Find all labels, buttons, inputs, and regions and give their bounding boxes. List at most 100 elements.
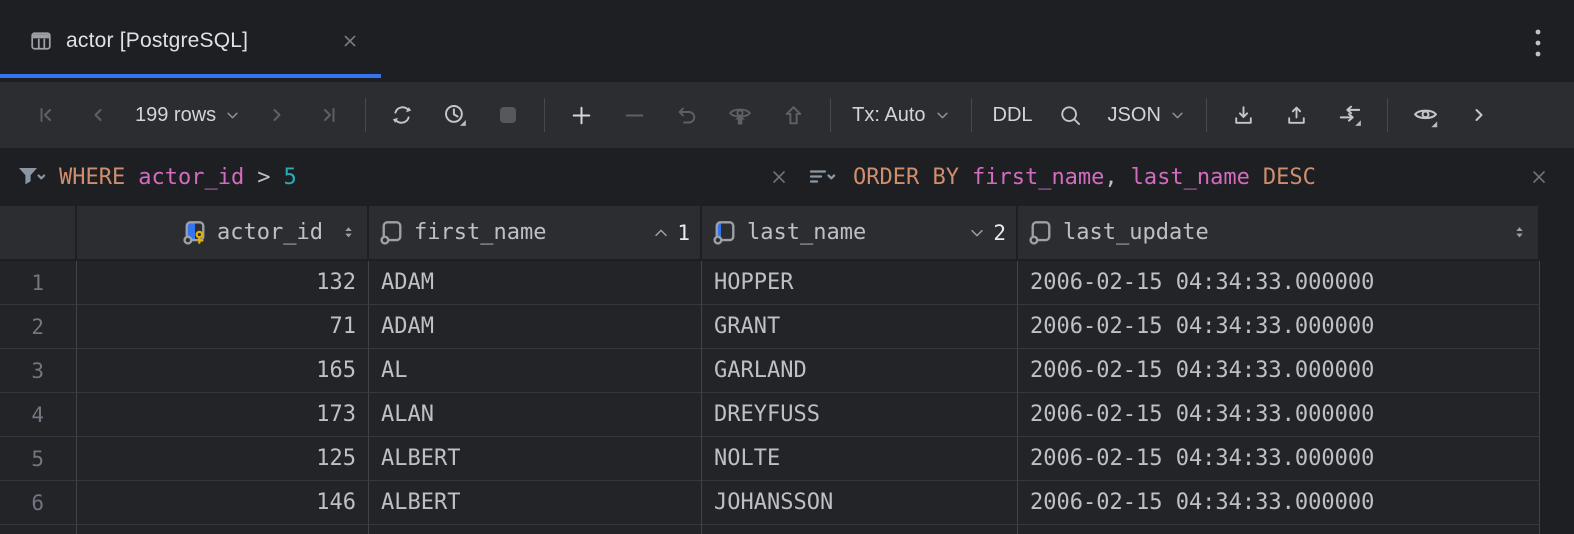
tab-actor-postgresql[interactable]: actor [PostgreSQL] [0, 0, 381, 82]
cell-actor-id[interactable]: 125 [77, 437, 369, 481]
cell-last-name[interactable]: DREYFUSS [702, 393, 1018, 437]
order-comma: , [1104, 165, 1117, 190]
where-value: 5 [283, 165, 296, 190]
column-icon [379, 220, 405, 246]
cell-first-name[interactable]: ADAM [369, 305, 702, 349]
stop-button[interactable] [493, 97, 523, 133]
toolbar-separator [971, 98, 972, 132]
cell-last-update[interactable]: 2006-02-15 04:34:33.000000 [1018, 437, 1540, 481]
row-number[interactable]: 5 [0, 437, 77, 481]
column-header-last-name[interactable]: last_name 2 [702, 206, 1018, 261]
cell-first-name[interactable]: ADAM [369, 261, 702, 305]
datagrip-data-editor: actor [PostgreSQL] 199 rows [0, 0, 1574, 534]
refresh-button[interactable] [387, 97, 417, 133]
sort-both-icon[interactable] [340, 223, 357, 242]
cell-last-update[interactable]: 2006-02-15 04:34:33.000000 [1018, 349, 1540, 393]
submit-button[interactable] [778, 97, 809, 133]
upload-icon[interactable] [1281, 97, 1312, 133]
cell-last-update[interactable]: 2006-02-15 04:34:33.000000 [1018, 261, 1540, 305]
chevron-up-icon [653, 226, 669, 240]
cell-actor-id[interactable]: 165 [77, 349, 369, 393]
tab-close-icon[interactable] [339, 30, 361, 52]
more-menu-icon[interactable] [1526, 26, 1550, 60]
cell-last-update[interactable]: 2006-02-15 04:34:33.000000 [1018, 393, 1540, 437]
row-number[interactable]: 4 [0, 393, 77, 437]
cell-last-name[interactable]: NOLTE [702, 437, 1018, 481]
commit-preview-button[interactable] [724, 97, 756, 133]
toolbar-overflow-chevron-icon[interactable] [1464, 97, 1494, 133]
export-format-label: JSON [1108, 104, 1161, 127]
toolbar-separator [544, 98, 545, 132]
row-gutter [1540, 305, 1574, 349]
where-expression[interactable]: WHERE actor_id > 5 [59, 165, 297, 190]
cell-first-name[interactable]: ALBERT [369, 437, 702, 481]
view-options-icon[interactable] [1409, 97, 1442, 133]
cell-last-name[interactable]: GARLAND [702, 349, 1018, 393]
sort-indicator-desc[interactable]: 2 [969, 221, 1006, 245]
cell-actor-id[interactable]: 132 [77, 261, 369, 305]
cell-first-name[interactable]: AL [369, 349, 702, 393]
where-keyword: WHERE [59, 165, 125, 190]
cell-last-update[interactable]: 2006-02-15 04:34:33.000000 [1018, 305, 1540, 349]
column-header-actor-id[interactable]: actor_id [77, 206, 369, 261]
tab-title: actor [PostgreSQL] [66, 29, 248, 53]
previous-page-button[interactable] [83, 97, 113, 133]
cell-last-update[interactable]: 2006-02-15 04:34:33.000000 [1018, 481, 1540, 525]
schedule-refresh-button[interactable] [439, 97, 471, 133]
cell-actor-id[interactable]: 173 [77, 393, 369, 437]
clear-order-icon[interactable] [1524, 162, 1554, 192]
row-gutter [1540, 349, 1574, 393]
sort-lines-icon[interactable] [808, 165, 840, 189]
indexed-column-icon [712, 220, 738, 246]
download-icon[interactable] [1228, 97, 1259, 133]
delete-row-button[interactable] [619, 97, 650, 133]
toolbar-separator [1387, 98, 1388, 132]
row-number[interactable]: 6 [0, 481, 77, 525]
transaction-mode-selector[interactable]: Tx: Auto [852, 104, 949, 127]
toolbar-separator [365, 98, 366, 132]
cell-last-name[interactable]: JOHANSSON [702, 481, 1018, 525]
cell-actor-id[interactable]: 146 [77, 481, 369, 525]
row-number[interactable]: 2 [0, 305, 77, 349]
cell-first-name[interactable]: ALBERT [369, 481, 702, 525]
column-header-first-name[interactable]: first_name 1 [369, 206, 702, 261]
chevron-down-icon [1170, 108, 1185, 123]
cell [369, 525, 702, 534]
ddl-button[interactable]: DDL [993, 104, 1033, 127]
first-page-button[interactable] [31, 97, 61, 133]
undo-button[interactable] [672, 97, 702, 133]
filter-bar: WHERE actor_id > 5 ORDER BY first_name , [0, 148, 1574, 206]
cell [77, 525, 369, 534]
page-size-selector[interactable]: 199 rows [135, 104, 240, 127]
sort-indicator-asc[interactable]: 1 [653, 221, 690, 245]
column-label: actor_id [217, 220, 323, 245]
cell-last-name[interactable]: HOPPER [702, 261, 1018, 305]
filter-funnel-icon[interactable] [16, 164, 46, 190]
toolbar-separator [1206, 98, 1207, 132]
order-expression[interactable]: ORDER BY first_name , last_name DESC [853, 165, 1316, 190]
search-icon[interactable] [1055, 97, 1086, 133]
active-tab-underline [0, 74, 381, 78]
cell-last-name[interactable]: GRANT [702, 305, 1018, 349]
header-gutter [1540, 206, 1574, 261]
tab-bar: actor [PostgreSQL] [0, 0, 1574, 82]
sort-both-icon[interactable] [1511, 223, 1528, 242]
row-number[interactable]: 3 [0, 349, 77, 393]
clear-filter-icon[interactable] [764, 162, 794, 192]
cell-first-name[interactable]: ALAN [369, 393, 702, 437]
header-row-number[interactable] [0, 206, 77, 261]
last-page-button[interactable] [314, 97, 344, 133]
order-column-1: first_name [972, 165, 1104, 190]
next-page-button[interactable] [262, 97, 292, 133]
column-label: last_name [747, 220, 866, 245]
page-size-label: 199 rows [135, 104, 216, 127]
column-header-last-update[interactable]: last_update [1018, 206, 1540, 261]
column-label: last_update [1063, 220, 1209, 245]
table-icon [30, 30, 52, 52]
row-number[interactable]: 1 [0, 261, 77, 305]
compare-data-icon[interactable] [1334, 97, 1366, 133]
add-row-button[interactable] [566, 97, 597, 133]
data-grid: actor_id first_name 1 [0, 206, 1574, 534]
cell-actor-id[interactable]: 71 [77, 305, 369, 349]
export-format-selector[interactable]: JSON [1108, 104, 1185, 127]
